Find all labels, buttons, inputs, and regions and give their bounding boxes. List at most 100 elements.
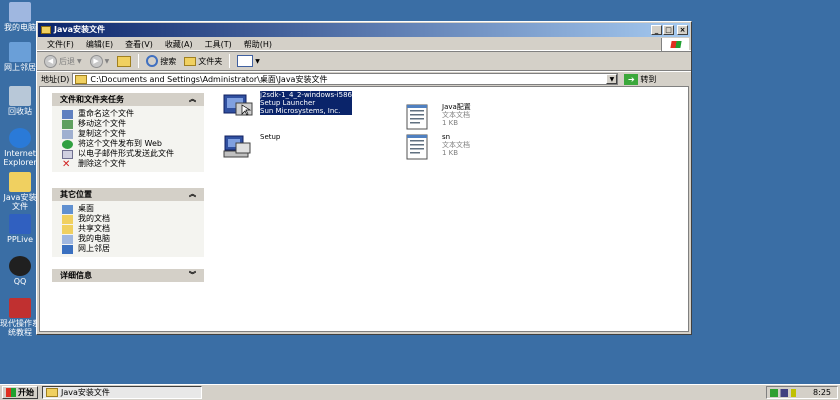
toolbar-separator [138,54,140,68]
chevron-down-icon: ▼ [77,57,82,65]
my-computer-icon [9,2,31,22]
place-desktop[interactable]: 桌面 [62,204,204,214]
address-input[interactable]: C:\Documents and Settings\Administrator\… [72,73,619,85]
search-button[interactable]: 搜索 [143,53,179,69]
other-places-panel: 其它位置 ︽ 桌面 我的文档 共享文档 我的电脑 网上邻居 [52,188,204,257]
go-arrow-icon: ➔ [624,73,639,85]
close-button[interactable]: × [677,25,688,35]
desktop-icon-network[interactable]: 网上邻居 [0,42,40,72]
content-area: 文件和文件夹任务 ︽ 重命名这个文件 移动这个文件 复制这个文件 将这个文件发布… [39,86,689,332]
details-header[interactable]: 详细信息 ︾ [52,269,204,282]
desktop-icon-qq[interactable]: QQ [0,256,40,286]
text-file-icon [406,104,428,130]
desktop-icon-pplive[interactable]: PPLive [0,214,40,244]
task-publish-web[interactable]: 将这个文件发布到 Web [62,139,204,149]
search-icon [146,55,159,67]
text-file-icon [406,134,428,160]
file-item-setup[interactable]: Setup [222,133,280,161]
desktop-icon-my-computer[interactable]: 我的电脑 [0,2,40,32]
folder-icon [9,172,31,192]
other-places-list: 桌面 我的文档 共享文档 我的电脑 网上邻居 [52,201,204,257]
file-label: Java配置 文本文档 1 KB [442,103,471,127]
menu-file[interactable]: 文件(F) [41,39,80,50]
toolbar-separator [229,54,231,68]
maximize-button[interactable]: □ [663,25,674,35]
network-icon [62,245,73,254]
details-panel: 详细信息 ︾ [52,269,204,282]
file-item-java-config[interactable]: Java配置 文本文档 1 KB [404,103,471,131]
toolbar: ◀ 后退 ▼ ▶ ▼ 搜索 文件夹 ▼ [37,51,691,71]
folders-icon [184,56,197,66]
system-tray: 8:25 [766,386,838,399]
desktop-icon-ie[interactable]: Internet Explorer [0,128,40,167]
back-button[interactable]: ◀ 后退 ▼ [41,53,85,69]
menu-help[interactable]: 帮助(H) [238,39,278,50]
go-button[interactable]: ➔ 转到 [624,73,656,85]
pplive-icon [9,214,31,234]
file-tasks-header[interactable]: 文件和文件夹任务 ︽ [52,93,204,106]
place-network[interactable]: 网上邻居 [62,244,204,254]
app-icon [9,298,31,318]
minimize-button[interactable]: _ [651,25,662,35]
windows-logo-icon [6,388,16,397]
place-my-computer[interactable]: 我的电脑 [62,234,204,244]
my-computer-icon [62,235,73,244]
shared-documents-icon [62,225,73,234]
desktop-icon-os-tutorial[interactable]: 现代操作系统教程 [0,298,40,337]
forward-button[interactable]: ▶ ▼ [87,53,113,69]
desktop-icon [62,205,73,214]
place-my-documents[interactable]: 我的文档 [62,214,204,224]
back-arrow-icon: ◀ [44,54,57,68]
address-dropdown-button[interactable]: ▼ [606,74,618,84]
folders-button[interactable]: 文件夹 [181,53,225,69]
file-item-j2sdk-setup[interactable]: j2sdk-1_4_2-windows-i586 Setup Launcher … [222,91,352,119]
views-button[interactable]: ▼ [234,53,263,69]
task-move[interactable]: 移动这个文件 [62,119,204,129]
taskbar: 开始 Java安装文件 8:25 [0,384,840,400]
task-delete[interactable]: ✕ 删除这个文件 [62,159,204,170]
chevron-down-icon: ▼ [104,57,110,65]
views-icon [237,55,254,67]
email-icon [62,150,73,159]
taskbar-window-button[interactable]: Java安装文件 [42,386,202,399]
menu-view[interactable]: 查看(V) [119,39,159,50]
file-label: j2sdk-1_4_2-windows-i586 Setup Launcher … [260,91,352,115]
move-icon [62,120,73,129]
desktop-icon-recycle-bin[interactable]: 回收站 [0,86,40,116]
delete-icon: ✕ [62,159,71,170]
clock[interactable]: 8:25 [813,388,831,397]
up-folder-button[interactable] [114,53,134,69]
address-path: C:\Documents and Settings\Administrator\… [90,74,328,84]
up-folder-icon [117,55,132,67]
task-pane: 文件和文件夹任务 ︽ 重命名这个文件 移动这个文件 复制这个文件 将这个文件发布… [40,87,212,331]
collapse-icon: ︽ [189,95,196,103]
task-rename[interactable]: 重命名这个文件 [62,109,204,119]
collapse-icon: ︽ [189,190,196,198]
folder-icon [41,26,51,34]
task-email[interactable]: 以电子邮件形式发送此文件 [62,149,204,159]
file-label: Setup [260,133,281,141]
menu-tools[interactable]: 工具(T) [199,39,238,50]
file-item-sn[interactable]: sn 文本文档 1 KB [404,133,470,161]
other-places-header[interactable]: 其它位置 ︽ [52,188,204,201]
window-title: Java安装文件 [54,25,105,34]
forward-arrow-icon: ▶ [89,54,103,68]
copy-icon [62,130,73,139]
desktop-icon-java-folder[interactable]: Java安装文件 [0,172,40,211]
task-copy[interactable]: 复制这个文件 [62,129,204,139]
recycle-bin-icon [9,86,31,106]
menu-favorites[interactable]: 收藏(A) [159,39,199,50]
chevron-down-icon: ▼ [255,57,260,65]
address-bar: 地址(D) C:\Documents and Settings\Administ… [37,71,691,86]
menu-edit[interactable]: 编辑(E) [80,39,119,50]
title-bar[interactable]: Java安装文件 _ □ × [38,23,690,37]
file-label: sn 文本文档 1 KB [442,133,470,157]
tray-icons[interactable] [770,389,796,397]
menu-bar: 文件(F) 编辑(E) 查看(V) 收藏(A) 工具(T) 帮助(H) [37,38,691,51]
setup-icon [223,135,251,158]
place-shared-documents[interactable]: 共享文档 [62,224,204,234]
window-controls: _ □ × [651,25,688,35]
folder-icon [75,74,88,84]
file-tasks-panel: 文件和文件夹任务 ︽ 重命名这个文件 移动这个文件 复制这个文件 将这个文件发布… [52,93,204,172]
start-button[interactable]: 开始 [2,386,38,399]
